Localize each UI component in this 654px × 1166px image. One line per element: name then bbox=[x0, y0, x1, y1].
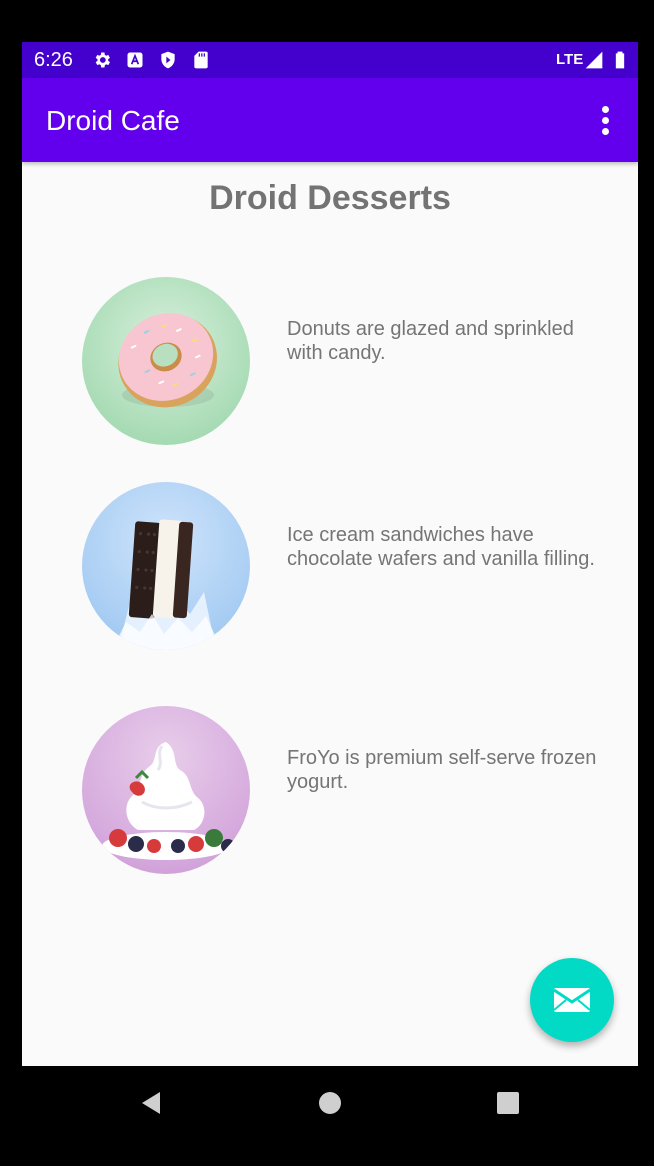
froyo-description: FroYo is premium self-serve frozen yogur… bbox=[287, 747, 597, 793]
app-title: Droid Cafe bbox=[46, 105, 180, 136]
recents-icon[interactable] bbox=[496, 1091, 520, 1115]
mail-fab-button[interactable] bbox=[530, 958, 614, 1042]
app-bar: Droid Cafe bbox=[22, 78, 638, 162]
back-icon[interactable] bbox=[138, 1090, 164, 1116]
donut-description: Donuts are glazed and sprinkled with can… bbox=[287, 318, 574, 364]
ice-cream-sandwich-illustration bbox=[112, 519, 222, 650]
home-icon[interactable] bbox=[318, 1091, 342, 1115]
a-icon bbox=[127, 52, 143, 68]
settings-icon bbox=[95, 52, 110, 68]
screen: 6:26 LTE Droid Cafe Droid Desserts Donut… bbox=[22, 42, 638, 1066]
froyo-illustration bbox=[102, 742, 235, 860]
device-frame: 6:26 LTE Droid Cafe Droid Desserts Donut… bbox=[0, 0, 654, 1166]
ice-cream-sandwich-image[interactable] bbox=[82, 482, 250, 650]
ice-cream-sandwich-description: Ice cream sandwiches have chocolate wafe… bbox=[287, 524, 595, 570]
battery-icon bbox=[615, 51, 625, 69]
network-type: LTE bbox=[556, 51, 584, 68]
mail-icon bbox=[553, 988, 591, 1012]
status-bar: 6:26 LTE bbox=[22, 42, 638, 78]
more-vert-icon[interactable] bbox=[590, 100, 622, 140]
status-time: 6:26 bbox=[34, 49, 73, 71]
play-protect-icon bbox=[161, 51, 175, 69]
page-title: Droid Desserts bbox=[209, 179, 451, 217]
donut-image[interactable] bbox=[82, 277, 250, 445]
navigation-bar bbox=[0, 1066, 654, 1166]
signal-icon bbox=[585, 51, 603, 69]
donut-illustration bbox=[118, 313, 217, 408]
froyo-image[interactable] bbox=[82, 706, 250, 874]
sd-card-icon bbox=[194, 51, 208, 69]
